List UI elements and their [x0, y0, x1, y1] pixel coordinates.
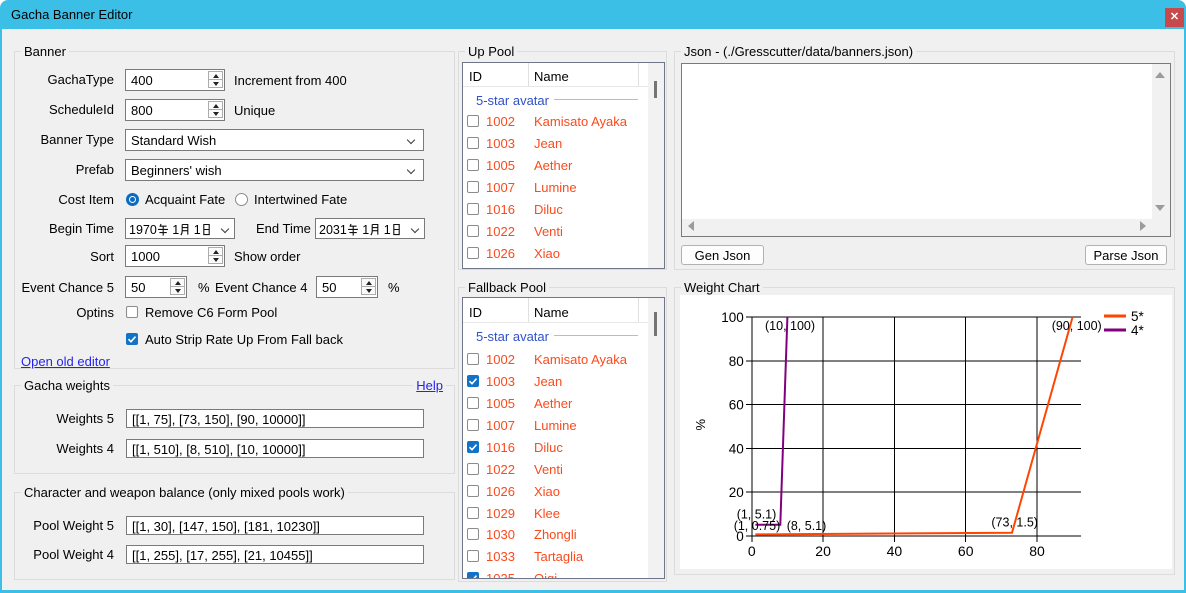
svg-text:100: 100	[721, 310, 744, 325]
svg-text:80: 80	[729, 354, 744, 369]
svg-text:(90, 100): (90, 100)	[1052, 319, 1102, 333]
svg-text:20: 20	[729, 485, 744, 500]
svg-text:40: 40	[887, 543, 903, 559]
svg-text:5*: 5*	[1131, 309, 1145, 324]
svg-text:60: 60	[958, 543, 974, 559]
svg-text:0: 0	[748, 543, 756, 559]
svg-text:60: 60	[729, 398, 744, 413]
svg-text:40: 40	[729, 441, 744, 456]
svg-text:80: 80	[1029, 543, 1045, 559]
svg-text:(73, 1.5): (73, 1.5)	[991, 516, 1038, 530]
svg-text:(10, 100): (10, 100)	[765, 319, 815, 333]
svg-text:20: 20	[815, 543, 831, 559]
svg-text:(1, 0.75): (1, 0.75)	[734, 519, 781, 533]
svg-text:4*: 4*	[1131, 323, 1145, 338]
svg-text:(8, 5.1): (8, 5.1)	[787, 519, 827, 533]
svg-text:%: %	[693, 419, 708, 431]
